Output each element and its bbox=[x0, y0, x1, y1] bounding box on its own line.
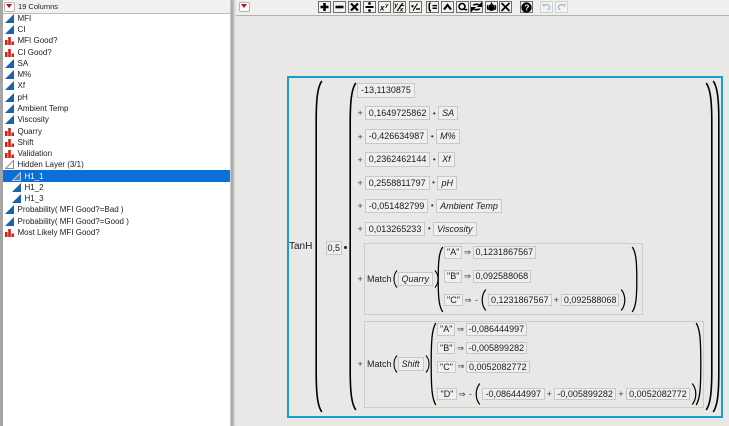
svg-text:x: x bbox=[399, 7, 404, 12]
svg-text:y: y bbox=[384, 3, 389, 9]
svg-text:x: x bbox=[379, 4, 385, 13]
svg-text:y: y bbox=[394, 2, 398, 9]
svg-text:?: ? bbox=[524, 2, 529, 12]
